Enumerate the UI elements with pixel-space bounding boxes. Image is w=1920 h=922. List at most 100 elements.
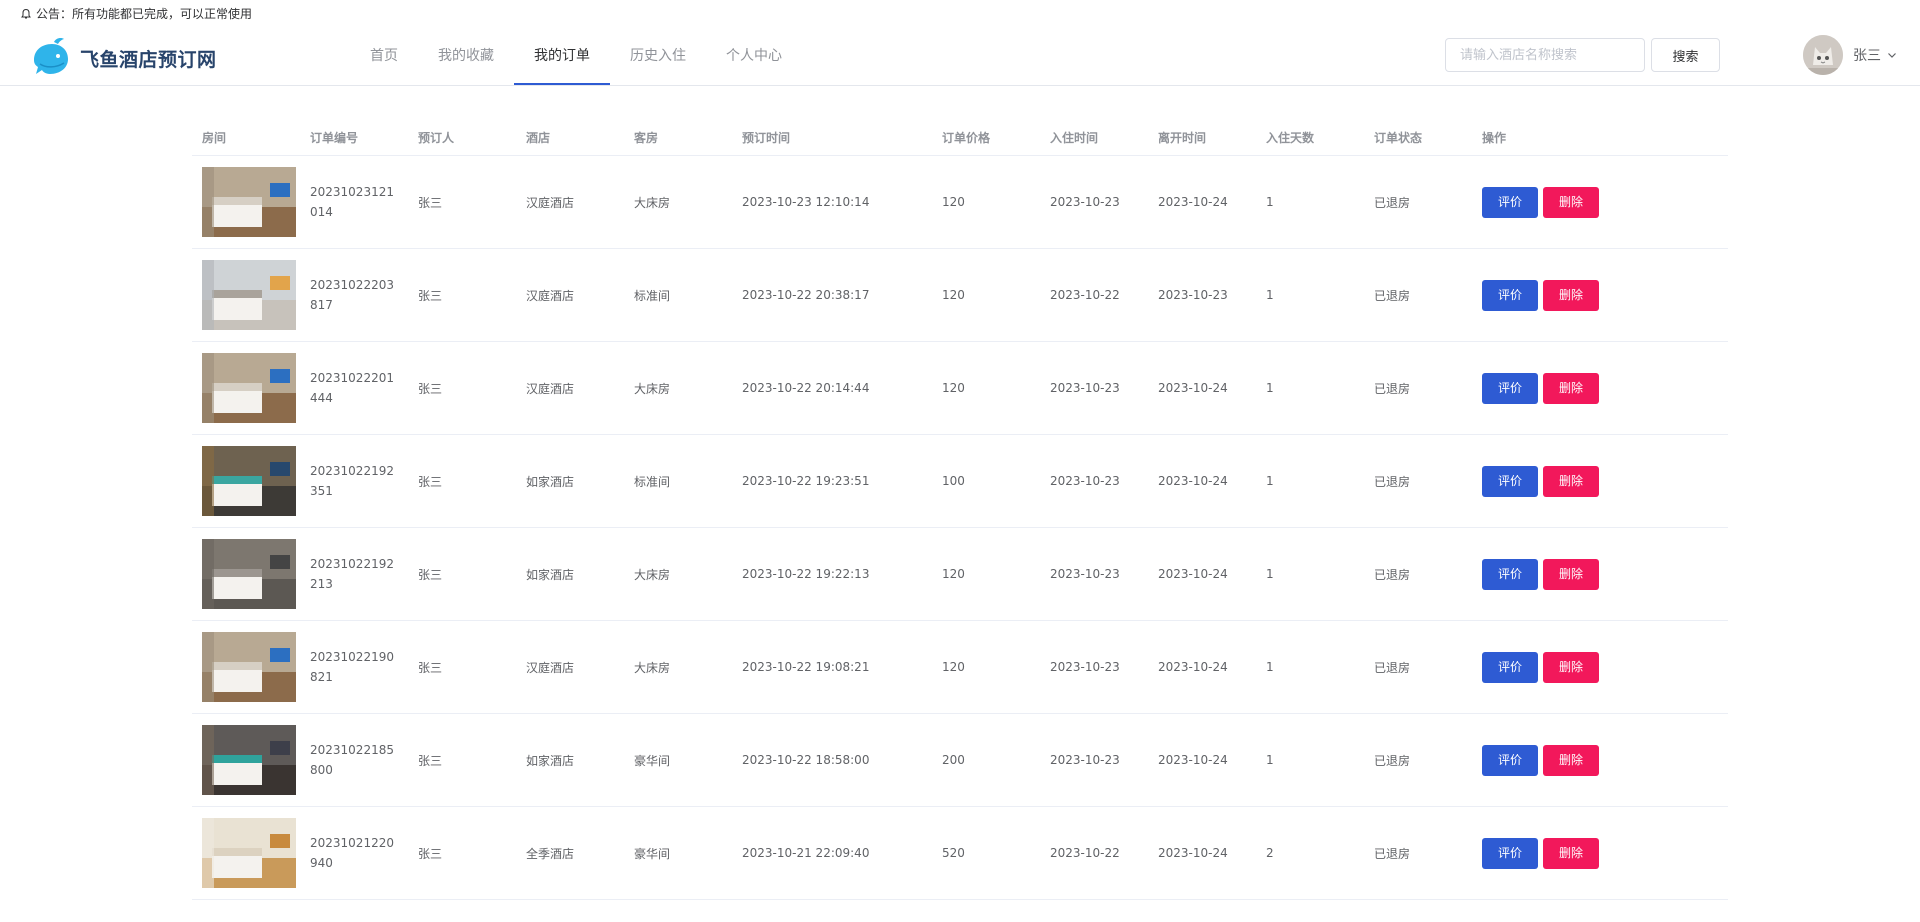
nav-profile[interactable]: 个人中心: [706, 28, 802, 85]
stay-days: 1: [1266, 660, 1274, 674]
delete-button[interactable]: 删除: [1543, 372, 1600, 404]
review-button[interactable]: 评价: [1482, 465, 1539, 497]
booked-at: 2023-10-21 22:09:40: [742, 846, 870, 860]
delete-button[interactable]: 删除: [1543, 651, 1600, 683]
table-row: 20231022203817 张三 汉庭酒店 标准间 2023-10-22 20…: [192, 249, 1728, 342]
delete-button[interactable]: 删除: [1543, 558, 1600, 590]
stay-days: 1: [1266, 195, 1274, 209]
booked-at: 2023-10-23 12:10:14: [742, 195, 870, 209]
booker: 张三: [418, 288, 443, 303]
table-row: 20231022192213 张三 如家酒店 大床房 2023-10-22 19…: [192, 528, 1728, 621]
hotel-name: 汉庭酒店: [526, 660, 575, 675]
nav-history[interactable]: 历史入住: [610, 28, 706, 85]
review-button[interactable]: 评价: [1482, 558, 1539, 590]
checkout-date: 2023-10-24: [1158, 474, 1228, 488]
hotel-name: 如家酒店: [526, 753, 575, 768]
delete-button[interactable]: 删除: [1543, 837, 1600, 869]
room-type: 标准间: [634, 474, 671, 489]
cat-avatar-icon: [1803, 35, 1843, 75]
announcement-text: 公告：所有功能都已完成，可以正常使用: [36, 7, 253, 21]
header-checkout: 离开时间: [1158, 131, 1207, 145]
whale-logo-icon: [34, 38, 68, 74]
nav-favorites[interactable]: 我的收藏: [418, 28, 514, 85]
avatar: [1803, 35, 1843, 75]
room-thumbnail: [202, 260, 296, 330]
user-menu[interactable]: 张三: [1803, 35, 1897, 75]
order-price: 120: [942, 288, 965, 302]
checkin-date: 2023-10-23: [1050, 567, 1120, 581]
booked-at: 2023-10-22 19:22:13: [742, 567, 870, 581]
table-row: 20231022201444 张三 汉庭酒店 大床房 2023-10-22 20…: [192, 342, 1728, 435]
header-checkin: 入住时间: [1050, 131, 1099, 145]
room-thumbnail: [202, 725, 296, 795]
nav-home[interactable]: 首页: [350, 28, 418, 85]
booker: 张三: [418, 846, 443, 861]
delete-button[interactable]: 删除: [1543, 465, 1600, 497]
room-type: 大床房: [634, 381, 671, 396]
order-number: 20231022201444: [310, 371, 394, 405]
stay-days: 1: [1266, 381, 1274, 395]
review-button[interactable]: 评价: [1482, 186, 1539, 218]
booker: 张三: [418, 567, 443, 582]
header-days: 入住天数: [1266, 131, 1315, 145]
order-price: 120: [942, 567, 965, 581]
delete-button[interactable]: 删除: [1543, 744, 1600, 776]
order-status: 已退房: [1374, 660, 1411, 675]
checkin-date: 2023-10-23: [1050, 381, 1120, 395]
hotel-name: 如家酒店: [526, 474, 575, 489]
checkin-date: 2023-10-23: [1050, 753, 1120, 767]
order-price: 520: [942, 846, 965, 860]
room-type: 豪华间: [634, 753, 671, 768]
header-room: 房间: [202, 131, 227, 145]
room-thumbnail: [202, 446, 296, 516]
order-number: 20231022190821: [310, 650, 394, 684]
order-number: 20231022192213: [310, 557, 394, 591]
order-number: 20231022185800: [310, 743, 394, 777]
delete-button[interactable]: 删除: [1543, 186, 1600, 218]
table-header: 房间 订单编号 预订人 酒店 客房 预订时间 订单价格 入住时间 离开时间 入住…: [192, 120, 1728, 156]
room-thumbnail: [202, 632, 296, 702]
checkin-date: 2023-10-22: [1050, 846, 1120, 860]
hotel-name: 全季酒店: [526, 846, 575, 861]
order-status: 已退房: [1374, 288, 1411, 303]
table-row: 20231022190821 张三 汉庭酒店 大床房 2023-10-22 19…: [192, 621, 1728, 714]
stay-days: 1: [1266, 567, 1274, 581]
booked-at: 2023-10-22 19:23:51: [742, 474, 870, 488]
booker: 张三: [418, 195, 443, 210]
order-price: 200: [942, 753, 965, 767]
nav-my-orders[interactable]: 我的订单: [514, 28, 610, 85]
review-button[interactable]: 评价: [1482, 372, 1539, 404]
booker: 张三: [418, 381, 443, 396]
booker: 张三: [418, 660, 443, 675]
site-logo[interactable]: 飞鱼酒店预订网: [28, 36, 217, 80]
review-button[interactable]: 评价: [1482, 744, 1539, 776]
room-thumbnail: [202, 167, 296, 237]
checkin-date: 2023-10-23: [1050, 660, 1120, 674]
header-actions: 操作: [1482, 131, 1507, 145]
review-button[interactable]: 评价: [1482, 837, 1539, 869]
delete-button[interactable]: 删除: [1543, 279, 1600, 311]
order-status: 已退房: [1374, 753, 1411, 768]
hotel-name: 汉庭酒店: [526, 195, 575, 210]
stay-days: 2: [1266, 846, 1274, 860]
stay-days: 1: [1266, 288, 1274, 302]
orders-table: 房间 订单编号 预订人 酒店 客房 预订时间 订单价格 入住时间 离开时间 入住…: [192, 120, 1728, 900]
header-booked-at: 预订时间: [742, 131, 791, 145]
order-price: 100: [942, 474, 965, 488]
checkout-date: 2023-10-24: [1158, 567, 1228, 581]
room-thumbnail: [202, 818, 296, 888]
booker: 张三: [418, 753, 443, 768]
booked-at: 2023-10-22 20:14:44: [742, 381, 870, 395]
table-row: 20231022185800 张三 如家酒店 豪华间 2023-10-22 18…: [192, 714, 1728, 807]
review-button[interactable]: 评价: [1482, 279, 1539, 311]
booker: 张三: [418, 474, 443, 489]
booked-at: 2023-10-22 18:58:00: [742, 753, 870, 767]
checkout-date: 2023-10-24: [1158, 846, 1228, 860]
search-button[interactable]: 搜索: [1651, 38, 1720, 72]
booked-at: 2023-10-22 19:08:21: [742, 660, 870, 674]
order-number: 20231022192351: [310, 464, 394, 498]
chevron-down-icon: [1888, 53, 1896, 58]
review-button[interactable]: 评价: [1482, 651, 1539, 683]
stay-days: 1: [1266, 753, 1274, 767]
hotel-search-input[interactable]: [1445, 38, 1645, 72]
